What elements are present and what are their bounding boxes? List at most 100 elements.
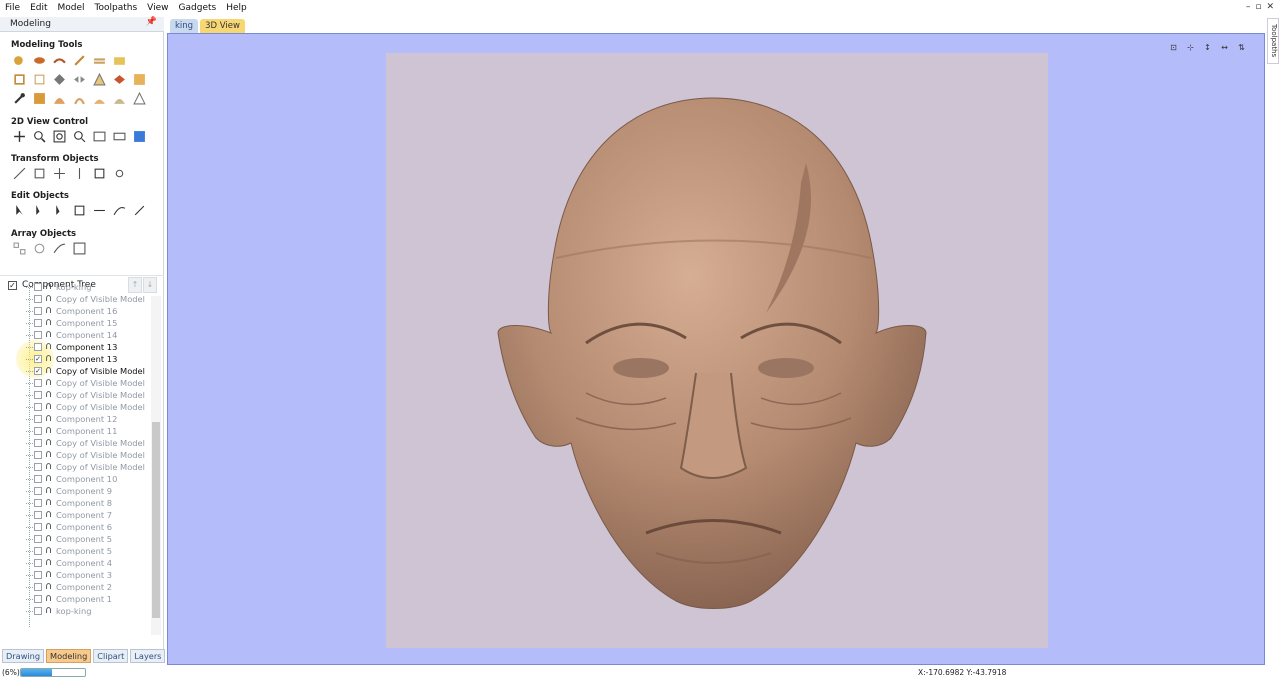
menu-edit[interactable]: Edit	[25, 0, 52, 16]
zoom-all-icon[interactable]: ⊡	[1167, 42, 1180, 54]
close-icon[interactable]: ✕	[1266, 2, 1274, 12]
tree-item-checkbox[interactable]	[34, 463, 42, 471]
view-y-icon[interactable]: ⇅	[1235, 42, 1248, 54]
tree-item[interactable]: ∩ Component 5	[0, 545, 150, 557]
tab-king[interactable]: king	[170, 19, 199, 33]
tree-item[interactable]: ∩ Component 7	[0, 509, 150, 521]
tab-drawing[interactable]: Drawing	[2, 649, 45, 663]
tree-item-checkbox[interactable]	[34, 475, 42, 483]
zoom-selection-icon[interactable]	[71, 129, 87, 144]
tree-item[interactable]: ∩ Component 2	[0, 581, 150, 593]
slice-icon[interactable]	[91, 72, 107, 87]
nesting-icon[interactable]	[71, 241, 87, 256]
measure-icon[interactable]	[131, 203, 147, 218]
tree-item-checkbox[interactable]	[34, 403, 42, 411]
material-icon[interactable]	[111, 129, 127, 144]
view-z-icon[interactable]: ↕	[1201, 42, 1214, 54]
tree-item-checkbox[interactable]	[34, 607, 42, 615]
tree-item[interactable]: ∩ Component 4	[0, 557, 150, 569]
tree-item[interactable]: ∩ Copy of Visible Model	[0, 461, 150, 473]
offset-icon[interactable]	[71, 91, 87, 106]
tree-item-checkbox[interactable]	[34, 559, 42, 567]
texture-icon[interactable]	[91, 53, 107, 68]
tree-item[interactable]: ∩ Component 5	[0, 533, 150, 545]
zoom-box-icon[interactable]	[51, 129, 67, 144]
split-icon[interactable]	[131, 91, 147, 106]
tree-item-checkbox[interactable]	[34, 415, 42, 423]
minimize-icon[interactable]: –	[1246, 2, 1251, 12]
bake-icon[interactable]	[111, 72, 127, 87]
mirror-object-icon[interactable]	[71, 166, 87, 181]
tab-3d-view[interactable]: 3D View	[200, 19, 245, 33]
node-edit-icon[interactable]	[31, 203, 47, 218]
tree-item-checkbox[interactable]: ✓	[34, 367, 42, 375]
tree-item[interactable]: ∩ kop-king	[0, 281, 150, 293]
tree-item[interactable]: ∩ Copy of Visible Model	[0, 449, 150, 461]
tree-item-checkbox[interactable]	[34, 343, 42, 351]
scroll-thumb[interactable]	[152, 422, 160, 618]
tree-item[interactable]: ∩ Component 13	[0, 341, 150, 353]
tile-icon[interactable]	[131, 72, 147, 87]
tree-item-checkbox[interactable]	[34, 427, 42, 435]
tree-item[interactable]: ∩ Component 6	[0, 521, 150, 533]
tree-horizontal-scrollbar[interactable]	[0, 636, 150, 646]
tab-clipart[interactable]: Clipart	[93, 649, 129, 663]
tree-item[interactable]: ∩ Component 15	[0, 317, 150, 329]
merge-icon[interactable]	[51, 72, 67, 87]
3d-viewport[interactable]: ⊡ ⊹ ↕ ↔ ⇅	[167, 33, 1265, 665]
menu-model[interactable]: Model	[53, 0, 90, 16]
menu-gadgets[interactable]: Gadgets	[174, 0, 222, 16]
tree-item[interactable]: ∩ Component 10	[0, 473, 150, 485]
tree-item-checkbox[interactable]	[34, 379, 42, 387]
tree-item[interactable]: ∩ Component 8	[0, 497, 150, 509]
wrench-icon[interactable]	[11, 91, 27, 106]
restore-icon[interactable]: ▫	[1255, 2, 1261, 12]
tree-item[interactable]: ✓ ∩ Component 13	[0, 353, 150, 365]
tree-item-checkbox[interactable]	[34, 283, 42, 291]
sculpt-icon[interactable]	[71, 53, 87, 68]
tree-item-checkbox[interactable]	[34, 499, 42, 507]
tree-item-checkbox[interactable]	[34, 583, 42, 591]
extend-icon[interactable]	[91, 203, 107, 218]
rotate-icon[interactable]	[51, 166, 67, 181]
select-icon[interactable]	[11, 203, 27, 218]
tree-item[interactable]: ∩ Component 3	[0, 569, 150, 581]
tree-item[interactable]: ∩ Copy of Visible Model	[0, 437, 150, 449]
create-shape-icon[interactable]	[11, 53, 27, 68]
tree-item[interactable]: ∩ Copy of Visible Model	[0, 401, 150, 413]
dome-icon[interactable]	[51, 91, 67, 106]
tree-item[interactable]: ∩ Copy of Visible Model	[0, 293, 150, 305]
tree-vertical-scrollbar[interactable]	[151, 296, 161, 635]
fit-view-icon[interactable]	[91, 129, 107, 144]
pin-icon[interactable]: 📌	[146, 17, 157, 27]
menu-file[interactable]: File	[0, 0, 25, 16]
two-rail-sweep-icon[interactable]	[51, 53, 67, 68]
tree-item-checkbox[interactable]	[34, 439, 42, 447]
component-icon[interactable]	[11, 72, 27, 87]
tree-item-checkbox[interactable]	[34, 331, 42, 339]
copy-along-vector-icon[interactable]	[51, 241, 67, 256]
tree-item[interactable]: ✓ ∩ Copy of Visible Model	[0, 365, 150, 377]
tree-item-checkbox[interactable]	[34, 595, 42, 603]
smooth-icon[interactable]	[91, 91, 107, 106]
extrude-icon[interactable]	[31, 53, 47, 68]
tree-item[interactable]: ∩ Component 14	[0, 329, 150, 341]
pan-icon[interactable]	[11, 129, 27, 144]
iso-view-icon[interactable]: ⊹	[1184, 42, 1197, 54]
trim-icon[interactable]	[71, 203, 87, 218]
folder-icon[interactable]	[111, 53, 127, 68]
tree-item-checkbox[interactable]	[34, 451, 42, 459]
tab-layers[interactable]: Layers	[130, 649, 166, 663]
tree-item[interactable]: ∩ kop-king	[0, 605, 150, 617]
tree-item-checkbox[interactable]	[34, 535, 42, 543]
zoom-icon[interactable]	[31, 129, 47, 144]
pattern-icon[interactable]	[31, 91, 47, 106]
tree-item[interactable]: ∩ Component 16	[0, 305, 150, 317]
tree-item-checkbox[interactable]	[34, 511, 42, 519]
tab-modeling[interactable]: Modeling	[46, 649, 92, 663]
tree-item-checkbox[interactable]	[34, 391, 42, 399]
block-copy-icon[interactable]	[11, 241, 27, 256]
tree-item[interactable]: ∩ Component 11	[0, 425, 150, 437]
page-icon[interactable]	[131, 129, 147, 144]
distort-icon[interactable]	[111, 166, 127, 181]
